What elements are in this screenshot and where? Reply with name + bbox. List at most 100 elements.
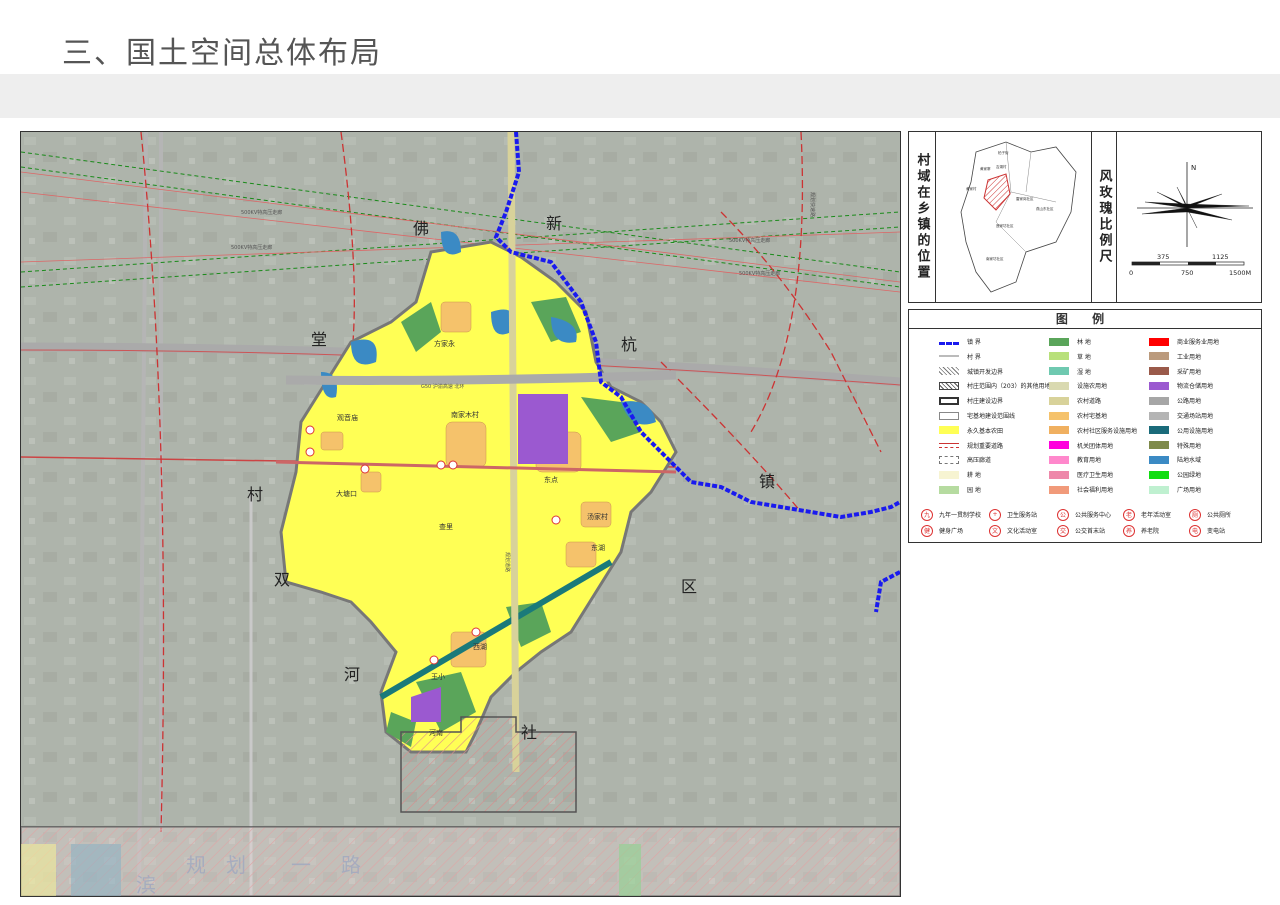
legend-swatch [939,442,959,448]
scale-label: 375 [1157,253,1169,261]
map-canvas: 佛 新 堂 杭 村 镇 双 区 河 社 方家永 观音庙 南家木村 大塘口 查里 … [21,132,900,896]
svg-text:汤家村: 汤家村 [587,512,608,521]
legend-label: 采矿用地 [1177,368,1202,376]
rose-label: 风玫瑰比例尺 [1096,169,1112,265]
legend-label: 陆地水域 [1177,457,1202,465]
legend-item: 特殊用地 [1149,439,1201,452]
legend-symbol-item: 厕公共厕所 [1189,508,1231,521]
legend-item: 园 地 [939,483,981,496]
legend-item: 医疗卫生用地 [1049,468,1113,481]
svg-text:规: 规 [186,853,206,877]
legend-label: 耕 地 [967,472,981,480]
svg-text:东湖: 东湖 [591,543,605,552]
legend-label: 镇 界 [967,339,981,346]
legend-label: 工业用地 [1177,353,1202,361]
facility-symbol-icon: 公 [1057,508,1069,521]
legend-item: 村庄范围内（203）的其他用地 [939,379,1050,392]
scale-label: 0 [1129,269,1133,277]
legend-swatch [1049,352,1069,361]
svg-text:500KV特高压走廊: 500KV特高压走廊 [739,270,780,277]
legend-label: 林 地 [1077,339,1091,346]
legend-swatch [1049,381,1069,390]
svg-text:柏子街: 柏子街 [998,150,1009,155]
scale-label: 1500M [1229,269,1251,277]
facility-symbol-icon: 文 [989,524,1001,537]
legend-label: 教育用地 [1077,457,1102,465]
town-label: 杭 [621,335,637,354]
legend-label: 园 地 [967,487,981,494]
legend-symbol-item: 交公交首末站 [1057,524,1105,537]
legend-swatch [1149,381,1169,390]
legend-item: 永久基本农田 [939,424,1003,437]
legend-symbol-label: 变电站 [1207,528,1226,535]
svg-text:黄家寨: 黄家寨 [980,166,991,171]
legend-symbol-label: 养老院 [1141,528,1160,535]
svg-text:500KV特高压走廊: 500KV特高压走廊 [241,209,282,216]
legend-label: 特殊用地 [1177,442,1202,450]
legend-title: 图 例 [909,310,1261,329]
facility-symbol-icon: 养 [1123,524,1135,537]
legend-item: 镇 界 [939,335,981,348]
legend-swatch [939,485,959,494]
legend-swatch [939,396,959,405]
legend-swatch [1149,441,1169,450]
legend-symbol-item: 公公共服务中心 [1057,508,1111,521]
svg-text:路: 路 [341,853,361,877]
legend-swatch [1049,470,1069,479]
legend-swatch [939,367,959,376]
legend-panel: 图 例 镇 界 林 地 商业服务业用地村 界 草 地 工业用地 城镇开发边界 湿 地 采矿用地… [908,309,1262,543]
wind-rose-scale: N 375 1125 0 750 1500M [1117,132,1261,302]
legend-label: 广场用地 [1177,487,1202,494]
svg-text:莲家坊社区: 莲家坊社区 [996,223,1014,228]
legend-item: 商业服务业用地 [1149,335,1219,348]
legend-item: 宅基地建设范围线 [939,409,1015,422]
legend-symbol-label: 卫生服务站 [1007,512,1038,519]
town-label: 镇 [759,472,775,491]
facility-symbol-icon: 九 [921,508,933,521]
town-label: 双 [274,570,290,589]
locator-label: 村域在乡镇的位置 [914,153,930,281]
legend-swatch [939,341,959,345]
legend-item: 教育用地 [1049,453,1101,466]
legend-symbol-label: 文化活动室 [1007,528,1038,535]
legend-item: 规划重要道路 [939,439,1003,452]
page-title: 三、国土空间总体布局 [62,36,382,71]
legend-item: 耕 地 [939,468,981,481]
legend-swatch [1149,396,1169,405]
legend-symbol-label: 老年活动室 [1141,512,1172,519]
legend-label: 公园绿地 [1177,472,1202,480]
facility-symbol-icon: 厕 [1189,508,1201,521]
legend-swatch [1149,411,1169,420]
legend-label: 农村道路 [1077,398,1102,406]
legend-item: 草 地 [1049,350,1091,363]
legend-symbol-label: 健身广场 [939,528,964,535]
svg-text:燕山东社区: 燕山东社区 [1036,206,1054,211]
svg-text:西湖: 西湖 [473,642,487,651]
legend-item: 交通场站用地 [1149,409,1213,422]
main-map[interactable]: 佛 新 堂 杭 村 镇 双 区 河 社 方家永 观音庙 南家木村 大塘口 查里 … [20,131,901,897]
legend-swatch [1149,352,1169,361]
svg-text:河南: 河南 [429,728,443,737]
legend-label: 村庄范围内（203）的其他用地 [967,383,1051,391]
svg-text:500KV特高压走廊: 500KV特高压走廊 [231,244,272,251]
village-road [507,132,520,773]
legend-item: 农村道路 [1049,394,1101,407]
legend-swatch [1149,485,1169,494]
svg-text:雷家岗社区: 雷家岗社区 [1016,196,1034,201]
legend-label: 社会福利用地 [1077,487,1114,494]
legend-item: 公园绿地 [1149,468,1201,481]
legend-label: 公用设施用地 [1177,427,1214,435]
legend-label: 宅基地建设范围线 [967,413,1016,420]
legend-symbol-item: 养养老院 [1123,524,1159,537]
svg-text:东点: 东点 [544,475,558,484]
facility-symbol-icon: 健 [921,524,933,537]
legend-item: 机关团体用地 [1049,439,1113,452]
legend-symbol-label: 公交首末站 [1075,528,1106,535]
header-band [0,74,1280,118]
svg-text:观音庙: 观音庙 [337,413,358,422]
legend-label: 草 地 [1077,353,1091,361]
legend-label: 交通场站用地 [1177,413,1214,420]
legend-symbol-label: 公共厕所 [1207,512,1232,519]
legend-item: 采矿用地 [1149,365,1201,378]
legend-symbol-label: 九年一贯制学校 [939,512,982,519]
